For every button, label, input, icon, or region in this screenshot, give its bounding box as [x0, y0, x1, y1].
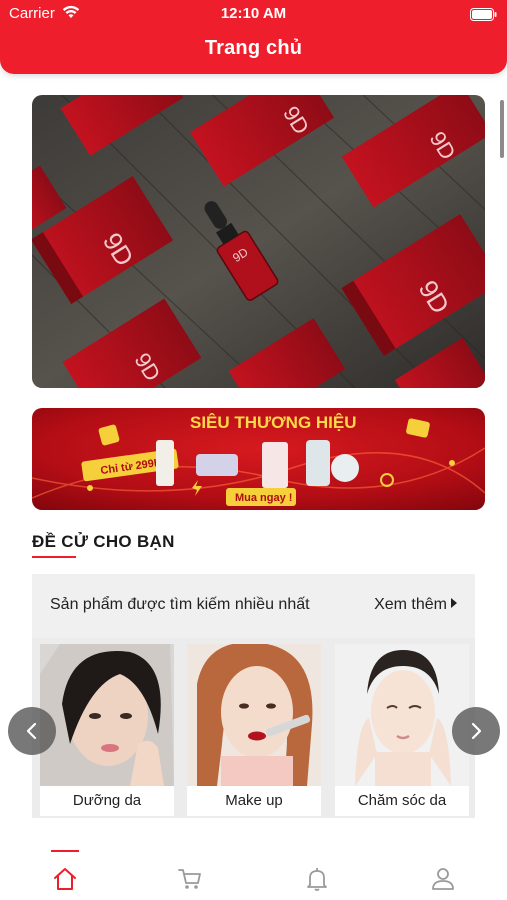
category-tile-skin-care[interactable]: Chăm sóc da — [335, 644, 469, 816]
status-bar: Carrier 12:10 AM — [0, 0, 507, 26]
tab-home[interactable] — [35, 840, 95, 900]
svg-text:Mua ngay !: Mua ngay ! — [235, 492, 292, 504]
chevron-left-icon — [26, 722, 37, 740]
most-searched-header: Sản phẩm được tìm kiếm nhiều nhất Xem th… — [32, 574, 475, 638]
most-searched-card: Sản phẩm được tìm kiếm nhiều nhất Xem th… — [32, 574, 475, 818]
scroll-indicator[interactable] — [500, 100, 504, 158]
home-screen: Carrier 12:10 AM Trang chủ 9D 9D 9D 9D 9… — [0, 0, 507, 900]
see-more-link[interactable]: Xem thêm — [374, 596, 457, 614]
hero-banner[interactable]: 9D 9D 9D 9D 9D 9D — [32, 95, 485, 388]
category-image-makeup — [187, 644, 321, 786]
tab-cart[interactable] — [160, 840, 220, 900]
section-underline — [32, 556, 76, 558]
carousel-next-button[interactable] — [452, 707, 500, 755]
battery-icon — [470, 8, 497, 21]
carousel-prev-button[interactable] — [8, 707, 56, 755]
most-searched-title: Sản phẩm được tìm kiếm nhiều nhất — [50, 596, 310, 613]
category-label: Dưỡng da — [40, 786, 174, 816]
bottom-tab-bar — [0, 840, 507, 900]
see-more-label: Xem thêm — [374, 596, 447, 613]
app-header: Carrier 12:10 AM Trang chủ — [0, 0, 507, 74]
category-tile-makeup[interactable]: Make up — [187, 644, 321, 816]
promo-banner[interactable]: SIÊU THƯƠNG HIỆU Chỉ từ 299K Mua ngay ! — [32, 408, 485, 510]
cart-icon — [178, 869, 201, 889]
tab-profile[interactable] — [413, 840, 473, 900]
home-icon — [54, 868, 76, 890]
page-title: Trang chủ — [204, 37, 303, 59]
chevron-right-icon — [471, 722, 482, 740]
section-title: ĐỀ CỬ CHO BẠN — [32, 532, 175, 551]
promo-banner-art: SIÊU THƯƠNG HIỆU Chỉ từ 299K Mua ngay ! — [32, 408, 485, 510]
active-tab-indicator — [51, 850, 79, 852]
hero-product-image: 9D 9D 9D 9D 9D 9D — [32, 95, 485, 388]
category-label: Make up — [187, 786, 321, 816]
svg-text:SIÊU THƯƠNG HIỆU: SIÊU THƯƠNG HIỆU — [190, 413, 357, 432]
category-image-skincare — [40, 644, 174, 786]
category-tile-skincare[interactable]: Dưỡng da — [40, 644, 174, 816]
category-image-skin-care — [335, 644, 469, 786]
tab-notifications[interactable] — [287, 840, 347, 900]
user-icon — [432, 868, 454, 890]
caret-right-icon — [451, 598, 457, 608]
category-label: Chăm sóc da — [335, 786, 469, 816]
status-time: 12:10 AM — [220, 5, 287, 22]
bell-icon — [307, 868, 327, 891]
